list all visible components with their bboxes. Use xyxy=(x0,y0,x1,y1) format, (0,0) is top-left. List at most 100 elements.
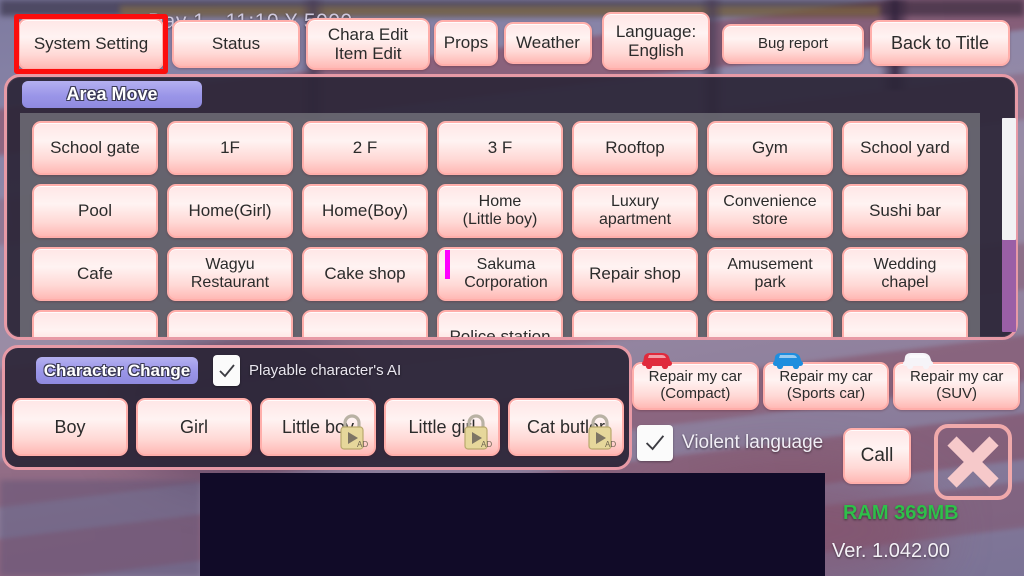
info-icon xyxy=(445,257,450,279)
character-button-label: Girl xyxy=(180,416,208,437)
check-icon xyxy=(645,435,665,451)
violent-language-checkbox[interactable]: Violent language xyxy=(637,425,823,461)
area-button[interactable]: Home (Little boy) xyxy=(437,184,563,238)
menu-button-back-to-title[interactable]: Back to Title xyxy=(870,20,1010,66)
area-move-tab-label[interactable]: Area Move xyxy=(22,81,202,108)
area-button[interactable]: Cake shop xyxy=(302,247,428,301)
area-button-label: Sakuma Corporation xyxy=(464,256,548,291)
ram-usage-text: RAM 369MB xyxy=(843,502,959,524)
game-screen: Day 1 - 11:10 ¥ 5000 System Setting Stat… xyxy=(0,0,1024,576)
area-button[interactable]: Police station xyxy=(437,310,563,337)
menu-button-chara-item-edit[interactable]: Chara Edit Item Edit xyxy=(306,18,430,70)
character-buttons-row: Boy Girl Little boy AD Little girl AD Cat butl… xyxy=(12,398,624,456)
area-button[interactable]: Convenience store xyxy=(707,184,833,238)
area-button[interactable]: Wedding chapel xyxy=(842,247,968,301)
car-icon-red xyxy=(640,347,674,370)
menu-button-label: Weather xyxy=(516,33,580,53)
area-button[interactable]: Gym xyxy=(707,121,833,175)
menu-button-bug-report[interactable]: Bug report xyxy=(722,24,864,64)
area-button[interactable]: Cafe xyxy=(32,247,158,301)
area-button[interactable]: Rooftop xyxy=(572,121,698,175)
area-button-label: Convenience store xyxy=(723,193,817,228)
area-button[interactable] xyxy=(707,310,833,337)
area-button[interactable]: 2 F xyxy=(302,121,428,175)
area-button-label: 3 F xyxy=(487,138,513,158)
area-button[interactable] xyxy=(302,310,428,337)
menu-button-status[interactable]: Status xyxy=(172,20,300,68)
repair-car-button-label: Repair my car (Sports car) xyxy=(779,368,873,402)
menu-button-weather[interactable]: Weather xyxy=(504,22,592,64)
area-button-label: 1F xyxy=(220,138,240,158)
car-icon-blue xyxy=(771,347,805,370)
area-move-grid: School gate 1F 2 F 3 F Rooftop Gym School yard… xyxy=(20,113,980,337)
area-button[interactable] xyxy=(842,310,968,337)
checkbox-label: Violent language xyxy=(682,432,824,453)
checkbox-box[interactable] xyxy=(213,355,240,386)
character-button[interactable]: Little boy AD xyxy=(260,398,376,456)
character-button[interactable]: Little girl AD xyxy=(384,398,500,456)
character-button[interactable]: Boy xyxy=(12,398,128,456)
menu-button-label: Chara Edit Item Edit xyxy=(327,24,409,63)
area-button[interactable] xyxy=(572,310,698,337)
area-button-label: Wagyu Restaurant xyxy=(190,256,270,291)
area-button-label: Wedding chapel xyxy=(873,256,937,291)
area-button[interactable]: Home(Girl) xyxy=(167,184,293,238)
area-button-label: Home(Girl) xyxy=(188,201,272,221)
area-button-label: Amusement park xyxy=(727,256,813,291)
call-button[interactable]: Call xyxy=(843,428,911,484)
area-button-label: Gym xyxy=(752,138,788,158)
character-button-label: Little girl xyxy=(408,416,476,437)
svg-text:AD: AD xyxy=(357,440,368,449)
area-move-grid-scroll-region[interactable]: School gate 1F 2 F 3 F Rooftop Gym School yard… xyxy=(20,113,980,337)
area-button[interactable]: School yard xyxy=(842,121,968,175)
playable-character-ai-checkbox[interactable]: Playable character's AI xyxy=(213,355,401,386)
menu-button-system-setting[interactable]: System Setting xyxy=(18,18,164,70)
ad-banner-placeholder[interactable] xyxy=(200,473,825,576)
area-button-label: Home(Boy) xyxy=(322,201,408,221)
area-button[interactable]: Sakuma Corporation xyxy=(437,247,563,301)
car-icon-white xyxy=(901,347,935,370)
area-button-label: Police station xyxy=(449,327,551,337)
area-button[interactable]: 3 F xyxy=(437,121,563,175)
area-button-label: Repair shop xyxy=(589,264,681,284)
top-menu-bar: System Setting Status Chara Edit Item Ed… xyxy=(0,0,1024,80)
area-button[interactable]: Home(Boy) xyxy=(302,184,428,238)
check-icon xyxy=(218,363,235,377)
repair-car-button[interactable]: Repair my car (SUV) xyxy=(893,353,1020,410)
area-move-scrollbar[interactable] xyxy=(1002,118,1016,332)
area-button[interactable]: Repair shop xyxy=(572,247,698,301)
area-button-label: School gate xyxy=(50,138,140,158)
menu-button-label: System Setting xyxy=(33,34,149,54)
area-button[interactable]: Sushi bar xyxy=(842,184,968,238)
area-button[interactable] xyxy=(167,310,293,337)
area-button-label: Cake shop xyxy=(324,264,406,284)
menu-button-props[interactable]: Props xyxy=(434,20,498,66)
area-button[interactable]: Luxury apartment xyxy=(572,184,698,238)
area-button[interactable]: Wagyu Restaurant xyxy=(167,247,293,301)
menu-button-label: Language: English xyxy=(615,21,697,60)
area-button-label: Pool xyxy=(77,201,113,221)
area-button-label: School yard xyxy=(860,138,950,158)
repair-car-button[interactable]: Repair my car (Sports car) xyxy=(762,353,890,410)
close-icon xyxy=(947,436,999,488)
scrollbar-thumb[interactable] xyxy=(1002,118,1016,240)
svg-text:AD: AD xyxy=(481,440,492,449)
area-button-label: 2 F xyxy=(352,138,378,158)
character-button[interactable]: Cat butler AD xyxy=(508,398,624,456)
character-change-tab-label[interactable]: Character Change xyxy=(36,357,198,384)
area-button-label: Home (Little boy) xyxy=(462,193,538,228)
character-button[interactable]: Girl xyxy=(136,398,252,456)
repair-car-button[interactable]: Repair my car (Compact) xyxy=(632,353,759,410)
area-button[interactable] xyxy=(32,310,158,337)
area-button[interactable]: 1F xyxy=(167,121,293,175)
character-button-label: Little boy xyxy=(281,416,355,437)
area-button[interactable]: Amusement park xyxy=(707,247,833,301)
repair-car-button-label: Repair my car (Compact) xyxy=(648,368,742,402)
checkbox-box[interactable] xyxy=(637,425,673,461)
menu-button-label: Props xyxy=(443,33,489,53)
area-button[interactable]: Pool xyxy=(32,184,158,238)
menu-button-label: Back to Title xyxy=(890,32,990,53)
close-button[interactable] xyxy=(934,424,1012,500)
menu-button-language[interactable]: Language: English xyxy=(602,12,710,70)
area-button[interactable]: School gate xyxy=(32,121,158,175)
